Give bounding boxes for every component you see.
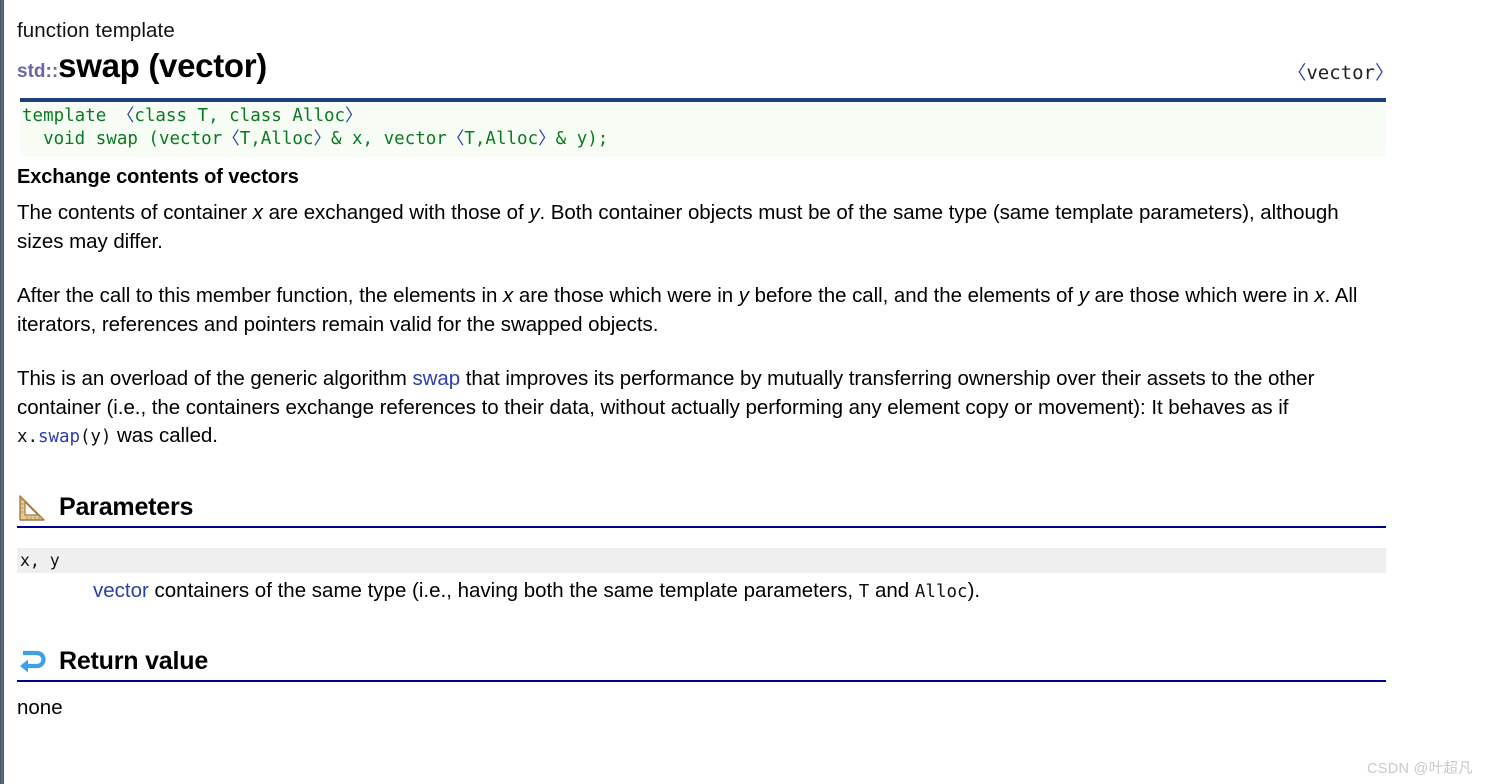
entity-kind-label: function template (17, 19, 175, 42)
description-paragraph-1: The contents of container x are exchange… (17, 199, 1387, 256)
return-value-heading: Return value (59, 647, 209, 675)
page-header: function template std::swap (vector) 〈ve… (17, 0, 1489, 94)
param-desc-text-2: and (869, 578, 915, 602)
proto-line1-params: class T, class Alloc (134, 106, 346, 126)
return-value-text: none (17, 695, 63, 719)
reference-page: function template std::swap (vector) 〈ve… (4, 0, 1489, 784)
namespace-prefix: std:: (17, 61, 59, 82)
para2-text-4: are those which were in (1088, 284, 1315, 307)
header-file-label: 〈vector〉 (1287, 58, 1394, 85)
proto-line2-d: T,Alloc (464, 129, 539, 149)
proto-line1-keyword: template (22, 106, 117, 126)
return-value-section-header: Return value (17, 647, 1386, 682)
page-title: std::swap (vector) (17, 44, 267, 94)
proto-line2-a: void swap (vector (22, 129, 223, 149)
parameters-section-header: Parameters (17, 493, 1386, 528)
para3-text-3: was called. (111, 424, 218, 447)
param-desc-text-1: containers of the same type (i.e., havin… (148, 578, 859, 602)
proto-angle-open2-icon: 〈 (222, 129, 240, 149)
proto-angle-open3-icon: 〈 (446, 129, 465, 149)
return-value-section: Return value none (17, 647, 1386, 722)
parameter-name-row: x, y (17, 547, 1386, 573)
csdn-watermark: CSDN @叶超凡 (1366, 761, 1473, 777)
para2-var-x2: x (1314, 284, 1325, 307)
triangle-ruler-icon (19, 494, 45, 521)
param-code-T: T (858, 581, 870, 602)
para1-var-y: y (529, 201, 540, 224)
proto-angle-close3-icon: 〉 (538, 129, 556, 149)
function-name: swap (vector) (58, 47, 267, 84)
angle-open-icon: 〈 (1287, 62, 1307, 84)
para1-text-2: are exchanged with those of (262, 201, 530, 224)
para2-text-2: are those which were in (513, 284, 739, 307)
param-code-Alloc: Alloc (914, 581, 968, 602)
para3-text-1: This is an overload of the generic algor… (17, 367, 413, 390)
para1-var-x: x (252, 201, 263, 224)
proto-angle-close-icon: 〉 (345, 106, 363, 126)
swap-algorithm-link[interactable]: swap (412, 367, 460, 390)
description-paragraph-2: After the call to this member function, … (17, 282, 1387, 339)
parameters-heading: Parameters (59, 493, 194, 521)
proto-line2-e: & y); (555, 129, 609, 149)
inline-code-args: (y) (79, 427, 112, 447)
return-arrow-icon (20, 650, 46, 672)
summary-subheading: Exchange contents of vectors (17, 166, 299, 188)
para2-text-3: before the call, and the elements of (748, 284, 1079, 307)
parameters-section: Parameters x, y vector containers of the… (17, 493, 1386, 606)
inline-code-receiver: x. (17, 427, 38, 447)
header-file-name: vector (1306, 62, 1375, 84)
para2-var-y2: y (1078, 284, 1089, 307)
inline-code-swap-call: x.swap(y) (17, 427, 111, 447)
description-paragraph-3: This is an overload of the generic algor… (17, 365, 1387, 452)
para2-var-x1: x (503, 284, 514, 307)
parameter-description: vector containers of the same type (i.e.… (93, 577, 1383, 606)
para2-text-1: After the call to this member function, … (17, 284, 504, 307)
angle-close-icon: 〉 (1374, 62, 1394, 84)
param-desc-text-3: ). (967, 578, 981, 602)
proto-line2-b: T,Alloc (239, 129, 314, 149)
para2-var-y1: y (738, 284, 749, 307)
para1-text-1: The contents of container (17, 201, 253, 224)
function-prototype-code: template 〈class T, class Alloc〉 void swa… (20, 98, 1386, 157)
proto-line2-c: & x, vector (330, 129, 447, 149)
vector-type-link[interactable]: vector (93, 579, 149, 602)
parameter-names: x, y (20, 550, 60, 570)
inline-swap-member-link[interactable]: swap (38, 427, 80, 447)
proto-angle-open-icon: 〈 (116, 106, 135, 126)
proto-angle-close2-icon: 〉 (313, 129, 331, 149)
